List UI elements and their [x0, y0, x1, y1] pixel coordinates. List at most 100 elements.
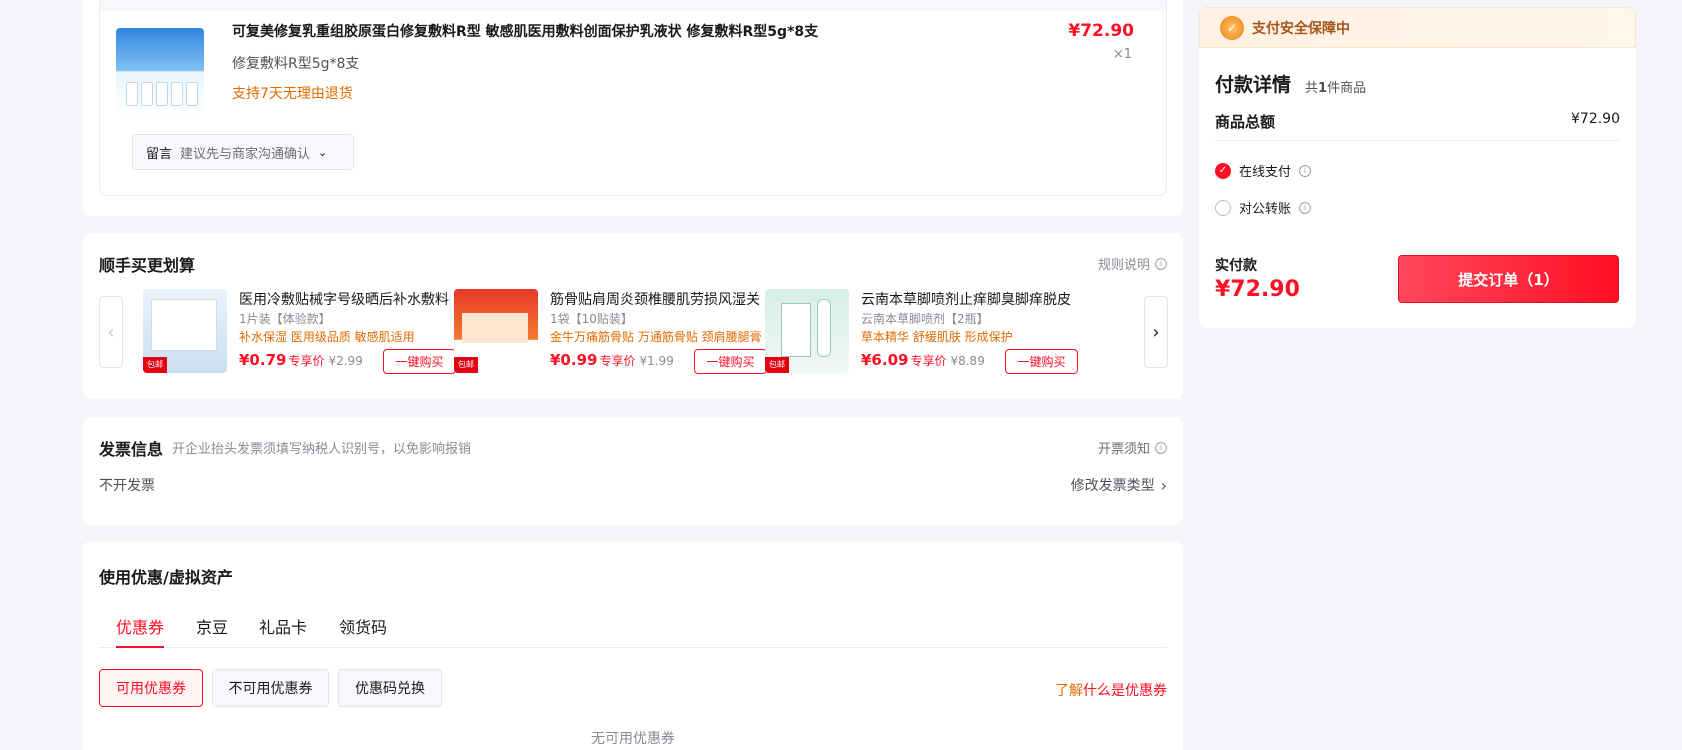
addon-price-value: ¥6.09 [861, 351, 909, 369]
chevron-down-icon: ⌄ [318, 145, 328, 159]
addon-name[interactable]: 筋骨贴肩周炎颈椎腰肌劳损风湿关 [550, 289, 760, 309]
total-value: ¥72.90 [1571, 111, 1620, 127]
info-icon: i [1155, 257, 1167, 270]
product-title[interactable]: 可复美修复乳重组胶原蛋白修复敷料R型 敏感肌医用敷料创面保护乳液状 修复敷料R型… [232, 21, 818, 41]
payment-method-corporate-transfer[interactable]: 对公转账 i [1215, 198, 1312, 217]
security-text: 支付安全保障中 [1252, 20, 1350, 37]
addon-image[interactable]: 包邮 [143, 289, 227, 373]
addon-price: ¥0.79 专享价 ¥2.99 [239, 351, 363, 369]
original-price: ¥2.99 [328, 354, 363, 368]
rules-label: 规则说明 [1097, 258, 1150, 273]
active-tab-indicator [116, 646, 164, 648]
order-note-input[interactable]: 留言 建议先与商家沟通确认 ⌄ [132, 134, 354, 170]
free-shipping-badge: 包邮 [765, 357, 789, 373]
learn-link-text: 什么是优惠券 [1083, 683, 1167, 699]
info-icon[interactable]: i [1299, 164, 1312, 177]
product-quantity: ×1 [1112, 47, 1132, 62]
count-number: 1 [1318, 81, 1328, 96]
learn-coupon-link[interactable]: 了解什么是优惠券 [1055, 680, 1167, 700]
addon-image[interactable]: 包邮 [454, 289, 538, 373]
payment-security-banner: ✓ 支付安全保障中 [1199, 7, 1636, 48]
info-icon: i [1155, 441, 1167, 454]
coupon-code-redeem-chip[interactable]: 优惠码兑换 [338, 669, 442, 707]
note-label: 留言 [146, 146, 173, 162]
divider [1215, 140, 1620, 141]
addon-price: ¥0.99 专享价 ¥1.99 [550, 351, 674, 369]
info-icon[interactable]: i [1299, 201, 1312, 214]
invoice-title: 发票信息 [99, 440, 164, 459]
chevron-right-icon: › [1160, 475, 1167, 495]
total-label: 商品总额 [1215, 113, 1276, 131]
coupon-section: 使用优惠/虚拟资产 优惠券 京豆 礼品卡 领货码 可用优惠券 不可用优惠券 优惠… [83, 541, 1183, 750]
return-policy: 支持7天无理由退货 [232, 86, 353, 102]
exclusive-label: 专享价 [288, 354, 325, 368]
product-item: 可复美修复乳重组胶原蛋白修复敷料R型 敏感肌医用敷料创面保护乳液状 修复敷料R型… [99, 0, 1167, 196]
addon-item: 包邮 医用冷敷贴械字号级晒后补水敷料 1片装【体验款】 补水保湿 医用级品质 敏… [143, 289, 458, 375]
product-card: 可复美修复乳重组胶原蛋白修复敷料R型 敏感肌医用敷料创面保护乳液状 修复敷料R型… [83, 0, 1183, 216]
submit-order-button[interactable]: 提交订单（1） [1398, 255, 1619, 303]
available-coupons-chip[interactable]: 可用优惠券 [99, 669, 203, 707]
addon-selling-points: 草本精华 舒缓肌肤 形成保护 [861, 330, 1013, 344]
tab-jingdou[interactable]: 京豆 [196, 614, 228, 638]
invoice-notice-link[interactable]: 开票须知 i [1098, 438, 1167, 457]
carousel-prev-button[interactable]: ‹ [99, 296, 123, 368]
addon-spec: 云南本草脚喷剂【2瓶】 [861, 312, 989, 326]
addon-price: ¥6.09 专享价 ¥8.89 [861, 351, 985, 369]
method-label: 对公转账 [1239, 202, 1292, 217]
exclusive-label: 专享价 [599, 354, 636, 368]
product-spec: 修复敷料R型5g*8支 [232, 56, 360, 72]
original-price: ¥8.89 [950, 354, 985, 368]
actual-payment-value: ¥72.90 [1215, 277, 1300, 302]
addon-price-value: ¥0.99 [550, 351, 598, 369]
invoice-value: 不开发票 [99, 478, 155, 494]
note-placeholder: 建议先与商家沟通确认 [180, 146, 311, 162]
tab-gift-card[interactable]: 礼品卡 [259, 614, 307, 638]
coupon-title: 使用优惠/虚拟资产 [99, 568, 233, 587]
addon-name[interactable]: 医用冷敷贴械字号级晒后补水敷料 [239, 289, 449, 309]
addon-spec: 1片装【体验款】 [239, 312, 331, 326]
learn-prefix: 了解 [1055, 683, 1083, 699]
addon-price-value: ¥0.79 [239, 351, 287, 369]
unavailable-coupons-chip[interactable]: 不可用优惠券 [212, 669, 329, 707]
change-invoice-label: 修改发票类型 [1070, 478, 1155, 494]
tabs-divider [99, 647, 1167, 648]
payment-title: 付款详情 [1215, 74, 1292, 96]
addon-spec: 1袋【10贴装】 [550, 312, 633, 326]
addon-item: 包邮 筋骨贴肩周炎颈椎腰肌劳损风湿关 1袋【10贴装】 金牛万痛筋骨贴 万通筋骨… [454, 289, 769, 375]
free-shipping-badge: 包邮 [143, 357, 167, 373]
product-image[interactable] [116, 28, 204, 116]
method-label: 在线支付 [1239, 165, 1292, 180]
addon-item: 包邮 云南本草脚喷剂止痒脚臭脚痒脱皮 云南本草脚喷剂【2瓶】 草本精华 舒缓肌肤… [765, 289, 1080, 375]
product-price: ¥72.90 [1068, 21, 1134, 41]
count-suffix: 件商品 [1327, 81, 1367, 96]
original-price: ¥1.99 [639, 354, 674, 368]
empty-state-text: 无可用优惠券 [591, 731, 675, 747]
payment-method-online[interactable]: ✓ 在线支付 i [1215, 161, 1312, 180]
addon-name[interactable]: 云南本草脚喷剂止痒脚臭脚痒脱皮 [861, 289, 1071, 309]
radio-checked-icon[interactable]: ✓ [1215, 162, 1231, 179]
addon-selling-points: 补水保湿 医用级品质 敏感肌适用 [239, 330, 415, 344]
one-click-buy-button[interactable]: 一键购买 [1005, 349, 1078, 374]
invoice-notice-label: 开票须知 [1097, 442, 1150, 457]
count-prefix: 共 [1305, 81, 1319, 96]
actual-payment-label: 实付款 [1215, 258, 1257, 274]
shield-icon: ✓ [1220, 15, 1244, 40]
item-count: 共1件商品 [1305, 77, 1366, 96]
addon-rules-link[interactable]: 规则说明 i [1098, 254, 1167, 273]
change-invoice-type-link[interactable]: 修改发票类型 › [1071, 475, 1167, 495]
tab-coupons[interactable]: 优惠券 [116, 614, 164, 638]
addon-title: 顺手买更划算 [99, 256, 196, 275]
addon-image[interactable]: 包邮 [765, 289, 849, 373]
radio-unchecked-icon[interactable] [1215, 199, 1231, 216]
exclusive-label: 专享价 [910, 354, 947, 368]
addon-section: 顺手买更划算 规则说明 i ‹ › 包邮 医用冷敷贴械字号级晒后补水敷料 1片装… [83, 233, 1183, 399]
carousel-next-button[interactable]: › [1144, 296, 1168, 368]
tab-redeem-code[interactable]: 领货码 [339, 614, 387, 638]
addon-selling-points: 金牛万痛筋骨贴 万通筋骨贴 颈肩腰腿膏 [550, 330, 762, 344]
invoice-section: 发票信息 开企业抬头发票须填写纳税人识别号，以免影响报销 开票须知 i 不开发票… [83, 417, 1183, 525]
free-shipping-badge: 包邮 [454, 357, 478, 373]
one-click-buy-button[interactable]: 一键购买 [694, 349, 767, 374]
invoice-hint: 开企业抬头发票须填写纳税人识别号，以免影响报销 [172, 442, 472, 457]
one-click-buy-button[interactable]: 一键购买 [383, 349, 456, 374]
payment-panel: ✓ 支付安全保障中 付款详情 共1件商品 商品总额 ¥72.90 ✓ 在线支付 … [1199, 7, 1636, 328]
